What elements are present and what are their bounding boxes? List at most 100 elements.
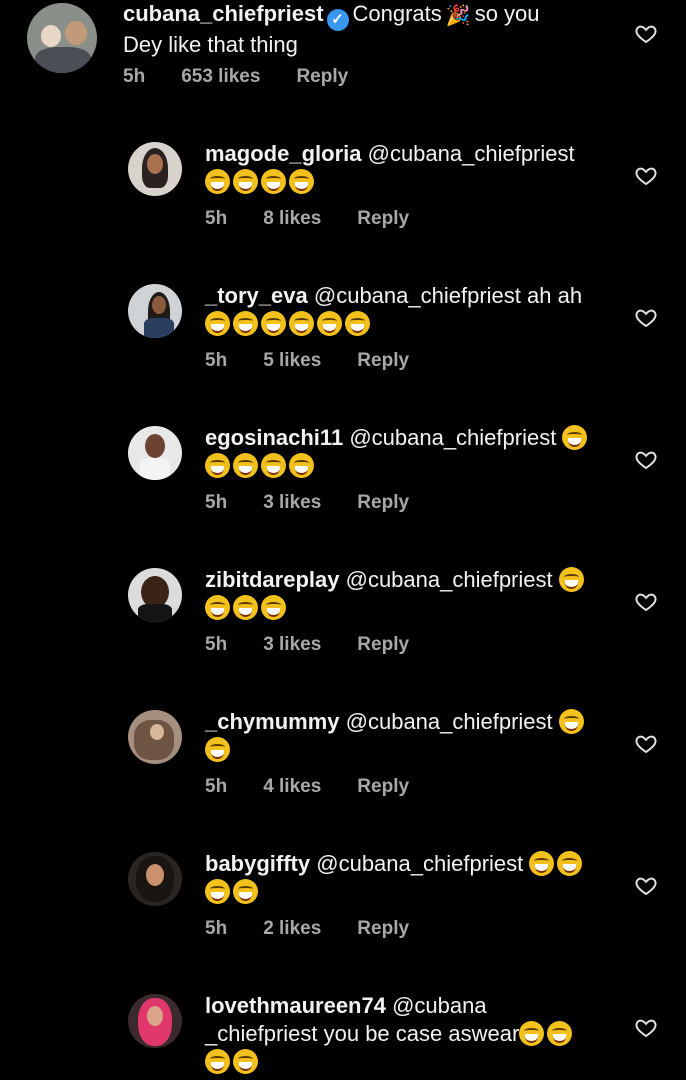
username[interactable]: _tory_eva — [205, 283, 308, 308]
mention-link[interactable]: @cubana_chiefpriest — [349, 425, 556, 450]
reply-button[interactable]: Reply — [357, 492, 409, 513]
laugh-emoji — [529, 851, 555, 876]
reply-button[interactable]: Reply — [357, 776, 409, 797]
laugh-emoji — [557, 851, 583, 876]
laugh-emoji — [205, 737, 230, 762]
like-count[interactable]: 3 likes — [263, 634, 321, 655]
heart-outline-icon[interactable] — [634, 306, 658, 330]
avatar[interactable] — [128, 284, 182, 338]
timestamp: 5h — [205, 350, 228, 371]
laugh-emoji — [519, 1021, 545, 1046]
comment-meta: 5h 4 likes Reply — [205, 776, 409, 798]
timestamp: 5h — [205, 918, 228, 939]
heart-outline-icon[interactable] — [634, 448, 658, 472]
heart-outline-icon[interactable] — [634, 732, 658, 756]
comment-meta: 5h 5 likes Reply — [205, 350, 409, 372]
reply-button[interactable]: Reply — [357, 208, 409, 229]
like-count[interactable]: 2 likes — [263, 918, 321, 939]
laugh-emoji — [205, 453, 230, 478]
comment-body: _chiefpriest you be case aswear — [205, 1021, 520, 1046]
mention-link[interactable]: @cubana_chiefpriest ah ah — [314, 283, 582, 308]
reply-comment: lovethmaureen74 @cubana _chiefpriest you… — [0, 992, 686, 1080]
reply-button[interactable]: Reply — [296, 66, 348, 87]
comment-body: Congrats — [352, 1, 442, 26]
timestamp: 5h — [205, 208, 228, 229]
comment-body: so you — [474, 1, 540, 26]
username[interactable]: zibitdareplay — [205, 567, 339, 592]
laugh-emoji — [261, 595, 286, 620]
comment-text: magode_gloria @cubana_chiefpriest — [205, 140, 625, 196]
laugh-emoji — [558, 709, 584, 734]
laugh-emoji — [233, 169, 258, 194]
laugh-emoji — [547, 1021, 573, 1046]
comment-meta: 5h 2 likes Reply — [205, 918, 409, 940]
laugh-emoji — [233, 595, 258, 620]
reply-comment: magode_gloria @cubana_chiefpriest 5h 8 li… — [0, 140, 686, 250]
mention-link[interactable]: @cubana_chiefpriest — [368, 141, 575, 166]
avatar[interactable] — [128, 142, 182, 196]
username[interactable]: _chymummy — [205, 709, 340, 734]
comment-meta: 5h 8 likes Reply — [205, 208, 409, 230]
comment-text: egosinachi11 @cubana_chiefpriest — [205, 424, 625, 480]
laugh-emoji — [562, 425, 588, 450]
laugh-emoji — [233, 311, 258, 336]
like-count[interactable]: 653 likes — [181, 66, 260, 87]
username[interactable]: babygiffty — [205, 851, 310, 876]
laugh-emoji — [205, 311, 230, 336]
heart-outline-icon[interactable] — [634, 874, 658, 898]
comment-text: _chymummy @cubana_chiefpriest — [205, 708, 625, 764]
timestamp: 5h — [123, 66, 146, 87]
laugh-emoji — [205, 1049, 230, 1074]
avatar[interactable] — [128, 426, 182, 480]
reply-comment: _tory_eva @cubana_chiefpriest ah ah 5h 5 … — [0, 282, 686, 392]
laugh-emoji — [289, 453, 314, 478]
comment-body: Dey like that thing — [123, 32, 298, 57]
mention-link[interactable]: @cubana — [392, 993, 487, 1018]
reply-comment: egosinachi11 @cubana_chiefpriest 5h 3 lik… — [0, 424, 686, 534]
avatar[interactable] — [128, 994, 182, 1048]
username[interactable]: cubana_chiefpriest — [123, 1, 324, 26]
laugh-emoji — [205, 169, 230, 194]
mention-link[interactable]: @cubana_chiefpriest — [346, 567, 553, 592]
username[interactable]: magode_gloria — [205, 141, 361, 166]
like-count[interactable]: 5 likes — [263, 350, 321, 371]
heart-outline-icon[interactable] — [634, 1016, 658, 1040]
heart-outline-icon[interactable] — [634, 164, 658, 188]
comment-meta: 5h 3 likes Reply — [205, 492, 409, 514]
comment-text: lovethmaureen74 @cubana _chiefpriest you… — [205, 992, 625, 1076]
reply-button[interactable]: Reply — [357, 350, 409, 371]
laugh-emoji — [558, 567, 584, 592]
like-count[interactable]: 8 likes — [263, 208, 321, 229]
avatar[interactable] — [27, 3, 97, 73]
avatar[interactable] — [128, 710, 182, 764]
comment-text: cubana_chiefpriest ✓ Congrats 🎉 so you Dey l… — [123, 0, 603, 59]
laugh-emoji — [233, 453, 258, 478]
laugh-emoji — [261, 169, 286, 194]
like-count[interactable]: 3 likes — [263, 492, 321, 513]
avatar[interactable] — [128, 568, 182, 622]
laugh-emoji — [205, 879, 230, 904]
laugh-emoji — [345, 311, 370, 336]
like-count[interactable]: 4 likes — [263, 776, 321, 797]
mention-link[interactable]: @cubana_chiefpriest — [316, 851, 523, 876]
comment-meta: 5h 3 likes Reply — [205, 634, 409, 656]
heart-outline-icon[interactable] — [634, 22, 658, 46]
laugh-emoji — [317, 311, 342, 336]
reply-comment: babygiffty @cubana_chiefpriest 5h 2 likes… — [0, 850, 686, 960]
avatar[interactable] — [128, 852, 182, 906]
heart-outline-icon[interactable] — [634, 590, 658, 614]
laugh-emoji — [261, 311, 286, 336]
laugh-emoji — [289, 169, 314, 194]
username[interactable]: egosinachi11 — [205, 425, 343, 450]
reply-button[interactable]: Reply — [357, 918, 409, 939]
reply-button[interactable]: Reply — [357, 634, 409, 655]
laugh-emoji — [205, 595, 230, 620]
laugh-emoji — [233, 1049, 258, 1074]
reply-comment: zibitdareplay @cubana_chiefpriest 5h 3 li… — [0, 566, 686, 676]
laugh-emoji — [233, 879, 258, 904]
username[interactable]: lovethmaureen74 — [205, 993, 386, 1018]
timestamp: 5h — [205, 634, 228, 655]
mention-link[interactable]: @cubana_chiefpriest — [346, 709, 553, 734]
comment-text: babygiffty @cubana_chiefpriest — [205, 850, 625, 906]
reply-comment: _chymummy @cubana_chiefpriest 5h 4 likes R… — [0, 708, 686, 818]
